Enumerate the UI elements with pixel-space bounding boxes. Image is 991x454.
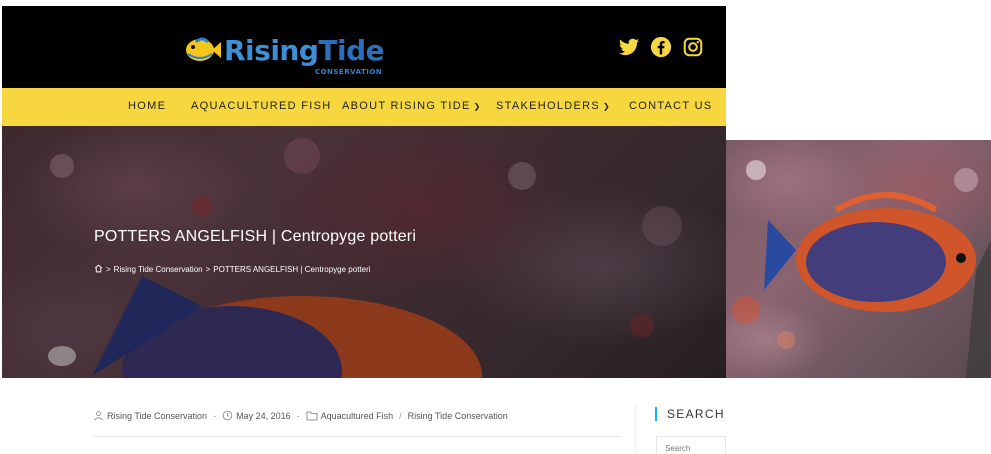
meta-separator: - [213, 410, 217, 421]
post-date: May 24, 2016 [236, 410, 291, 421]
featured-fish-image [726, 140, 991, 378]
breadcrumb-current: POTTERS ANGELFISH | Centropyge potteri [213, 265, 371, 274]
logo-word-rising: Rising [224, 33, 319, 67]
nav-item-stakeholders[interactable]: STAKEHOLDERS ❯ [496, 100, 611, 112]
angelfish-image [732, 160, 991, 378]
home-icon[interactable] [94, 264, 103, 275]
facebook-icon[interactable] [650, 36, 672, 58]
post-category-link[interactable]: Aquacultured Fish [321, 411, 394, 421]
sidebar-divider [635, 404, 636, 454]
nav-item-contact[interactable]: CONTACT US [629, 100, 713, 112]
post-meta: Rising Tide Conservation - May 24, 2016 … [93, 410, 508, 421]
site-header: RisingTide CONSERVATION [2, 6, 726, 88]
chevron-down-icon: ❯ [603, 102, 612, 111]
instagram-icon[interactable] [682, 36, 704, 58]
post-category-link[interactable]: Rising Tide Conservation [408, 411, 508, 421]
user-icon [93, 410, 104, 421]
nav-item-label: HOME [128, 100, 167, 112]
nav-item-aquacultured-fish[interactable]: AQUACULTURED FISH [191, 100, 331, 112]
chevron-down-icon: ❯ [473, 102, 482, 111]
folder-icon [306, 410, 318, 421]
nav-item-about[interactable]: ABOUT RISING TIDE ❯ [342, 100, 482, 112]
nav-item-home[interactable]: HOME [128, 100, 166, 112]
divider [93, 436, 620, 437]
social-links [618, 36, 704, 58]
clock-icon [222, 410, 233, 421]
breadcrumb-separator: > [205, 265, 211, 274]
post-author-link[interactable]: Rising Tide Conservation [107, 411, 207, 421]
nav-item-label: CONTACT US [629, 100, 713, 112]
nav-item-label: STAKEHOLDERS [496, 100, 601, 112]
twitter-icon[interactable] [618, 36, 640, 58]
search-widget-heading: SEARCH [655, 406, 725, 422]
search-input[interactable] [656, 436, 726, 454]
hero-overlay [2, 126, 726, 378]
breadcrumb-separator: > [106, 265, 111, 274]
page-title: POTTERS ANGELFISH | Centropyge potteri [94, 228, 417, 245]
site-logo[interactable]: RisingTide CONSERVATION [182, 30, 385, 76]
search-heading-label: SEARCH [667, 407, 725, 421]
heading-accent-bar [655, 407, 657, 421]
logo-wordmark: RisingTide CONSERVATION [224, 33, 385, 76]
nav-item-label: ABOUT RISING TIDE [342, 100, 471, 112]
logo-subtitle: CONSERVATION [314, 67, 383, 76]
fish-logo-icon [182, 34, 222, 66]
breadcrumb-home-link[interactable]: Rising Tide Conservation [114, 265, 203, 274]
breadcrumb: > Rising Tide Conservation > POTTERS ANG… [94, 264, 371, 275]
meta-separator: - [296, 410, 300, 421]
main-nav: HOME AQUACULTURED FISH ABOUT RISING TIDE… [2, 88, 726, 126]
logo-word-tide: Tide [318, 33, 385, 67]
category-separator: / [399, 410, 402, 421]
nav-item-label: AQUACULTURED FISH [191, 100, 332, 112]
page-hero: POTTERS ANGELFISH | Centropyge potteri >… [2, 126, 726, 378]
